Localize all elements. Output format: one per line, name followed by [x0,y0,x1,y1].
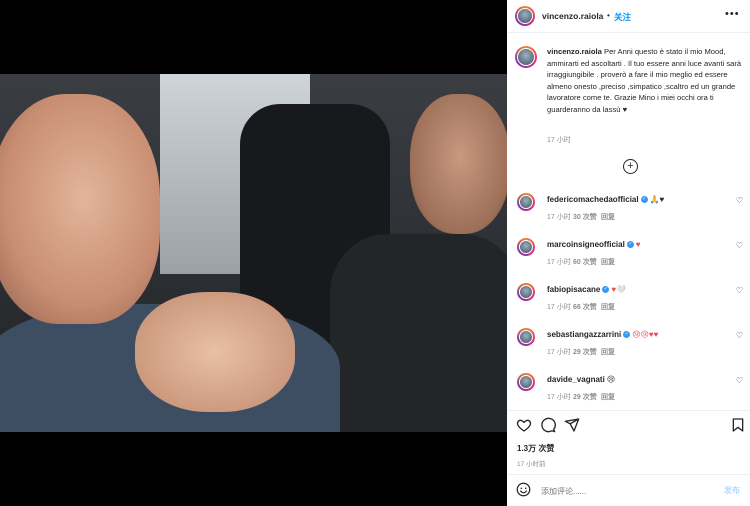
comment-likes[interactable]: 66 次赞 [573,302,597,312]
caption: vincenzo.raiola Per Anni questo è stato … [547,46,747,115]
comment-avatar[interactable] [517,283,535,301]
share-icon[interactable] [564,417,580,433]
comment-like-icon[interactable]: ♡ [736,376,743,385]
comment-icon[interactable] [540,417,556,433]
post-photo[interactable] [0,74,507,432]
person-right-face [410,94,507,234]
post-media[interactable] [0,0,507,506]
comment-text: 🙏♥ [649,195,665,205]
more-options-icon[interactable]: ••• [725,8,740,20]
comment-reply-button[interactable]: 回复 [601,302,615,312]
comment-row: marcoinsigneofficial ✓ ♥ [547,240,641,249]
verified-icon: ✓ [623,331,631,339]
post-header: vincenzo.raiola • 关注 ••• [507,0,750,33]
comment-time: 17 小时 [547,394,571,401]
comment-likes[interactable]: 30 次赞 [573,212,597,222]
comment-row: fabiopisacane ✓ ♥🤍 [547,285,626,294]
caption-text: Per Anni questo è stato il mio Mood, amm… [547,47,742,114]
comment-reply-button[interactable]: 回复 [601,392,615,402]
comment-avatar[interactable] [517,373,535,391]
divider [507,474,750,475]
likes-count[interactable]: 1.3万 次赞 [517,443,554,454]
comment-time: 17 小时 [547,214,571,221]
post-comment-button[interactable]: 发布 [724,485,740,496]
comment-likes[interactable]: 29 次赞 [573,347,597,357]
emoji-icon[interactable] [516,482,531,497]
comment-time: 17 小时 [547,259,571,266]
comment-like-icon[interactable]: ♡ [736,196,743,205]
comment-username[interactable]: davide_vagnati [547,375,605,384]
comment-reply-button[interactable]: 回复 [601,257,615,267]
comment-input[interactable] [541,485,691,497]
verified-icon: ✓ [626,241,634,249]
comment-username[interactable]: fabiopisacane [547,285,600,294]
comment-username[interactable]: sebastiangazzarrini [547,330,621,339]
comment-avatar[interactable] [517,193,535,211]
comment-reply-button[interactable]: 回复 [601,212,615,222]
post-sidebar: vincenzo.raiola • 关注 ••• vincenzo.raiola… [507,0,750,506]
follow-button[interactable]: 关注 [614,11,631,23]
comment-text: 😢 [606,375,616,385]
bookmark-icon[interactable] [730,417,746,433]
caption-time: 17 小时 [547,137,571,144]
comment-row: davide_vagnati 😢 [547,375,615,384]
person-left-hand [135,292,295,412]
header-username[interactable]: vincenzo.raiola [542,11,603,21]
comment-row: federicomachedaofficial ✓ 🙏♥ [547,195,664,204]
comment-text: 😢😢♥♥ [632,330,659,340]
comment-username[interactable]: federicomachedaofficial [547,195,639,204]
post-time[interactable]: 17 小时前 [517,458,546,468]
load-more-comments-icon[interactable]: + [623,159,638,174]
person-right-body [330,234,507,432]
comment-username[interactable]: marcoinsigneofficial [547,240,625,249]
comment-text: ♥🤍 [611,285,627,295]
comment-like-icon[interactable]: ♡ [736,331,743,340]
comment-text: ♥ [635,240,641,250]
verified-icon: ✓ [602,286,610,294]
caption-avatar[interactable] [515,46,537,68]
divider [507,410,750,411]
comment-time: 17 小时 [547,349,571,356]
comment-row: sebastiangazzarrini ✓ 😢😢♥♥ [547,330,658,339]
comment-like-icon[interactable]: ♡ [736,286,743,295]
verified-icon: ✓ [640,196,648,204]
comment-likes[interactable]: 60 次赞 [573,257,597,267]
header-separator: • [607,11,610,20]
comment-reply-button[interactable]: 回复 [601,347,615,357]
person-left-face [0,94,160,324]
comment-avatar[interactable] [517,238,535,256]
comment-like-icon[interactable]: ♡ [736,241,743,250]
comment-time: 17 小时 [547,304,571,311]
comment-avatar[interactable] [517,328,535,346]
caption-username[interactable]: vincenzo.raiola [547,47,602,56]
avatar[interactable] [515,6,535,26]
like-heart-icon[interactable] [516,417,532,433]
comment-likes[interactable]: 29 次赞 [573,392,597,402]
